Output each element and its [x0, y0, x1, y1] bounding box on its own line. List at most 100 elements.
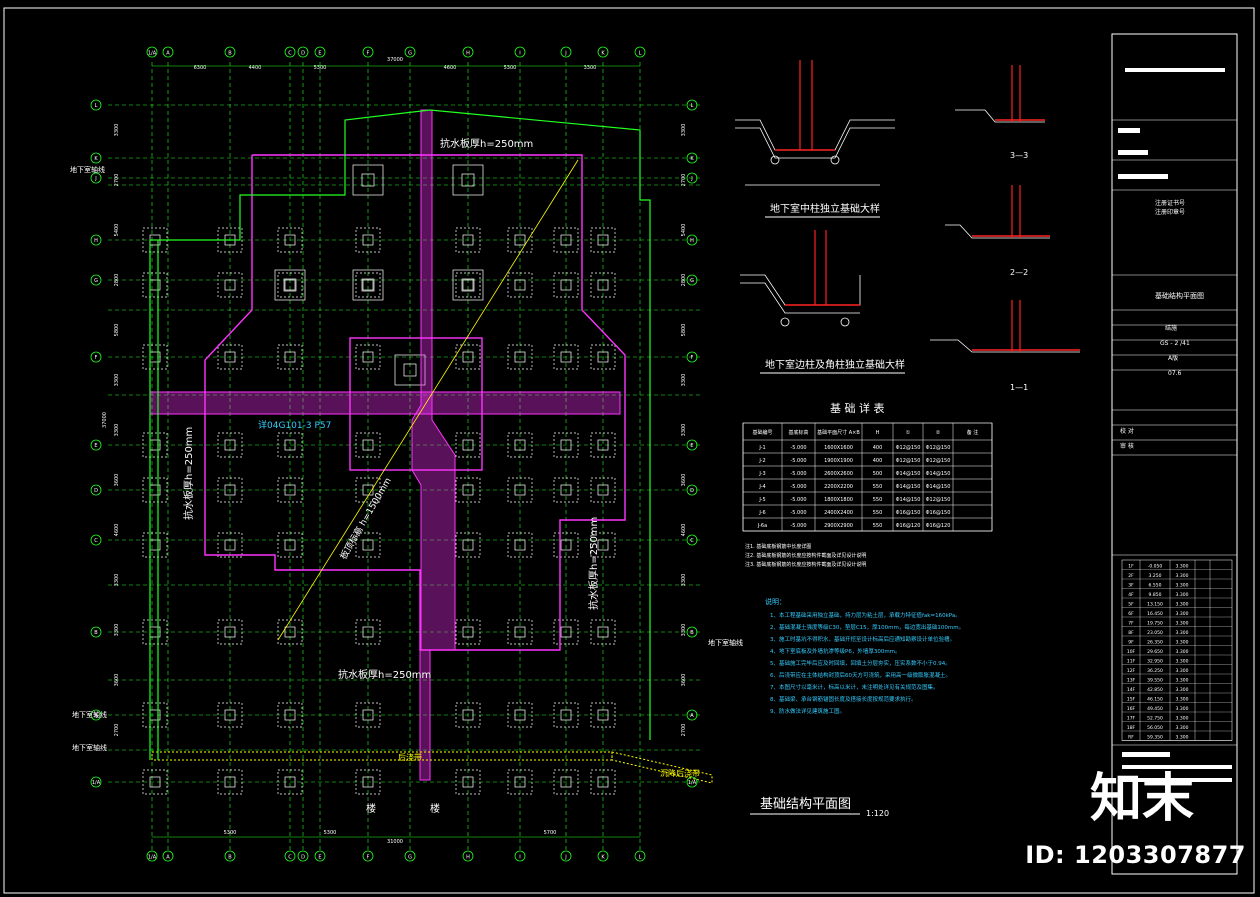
table-cell: Φ16@150 — [896, 510, 921, 516]
watermark-id: ID: 1203307877 — [1025, 841, 1246, 869]
floor-elevation: 29.650 — [1147, 649, 1163, 655]
floor-height: 3.300 — [1176, 735, 1189, 741]
detail-drawing-2 — [740, 230, 861, 327]
title-block-bar — [1118, 150, 1148, 155]
floor-height: 3.300 — [1176, 583, 1189, 589]
sheet-title: 基础结构平面图 — [760, 797, 851, 812]
axis-label: B — [228, 855, 232, 861]
diagonal-note: 板顶标高 h=1500mm — [337, 475, 394, 561]
axis-label: C — [94, 538, 98, 544]
left-dimension: 5800 — [114, 324, 120, 337]
section-label: 3—3 — [1010, 151, 1028, 160]
design-notes: 说明： 1、本工程基础采用独立基础，持力层为粘土层，承载力特征值fak=160kP… — [765, 597, 964, 715]
floor-name: 16F — [1127, 706, 1136, 712]
left-dimension: 3300 — [114, 424, 120, 437]
floor-name: 17F — [1127, 716, 1136, 722]
design-note-line: 4、地下室底板及外墙抗渗等级P6，外墙厚300mm。 — [770, 647, 901, 655]
table-note: 注3. 基础底板钢筋的长度应按构件截面及详见设计说明 — [745, 561, 866, 568]
title-block-discipline: 结施 — [1165, 324, 1177, 332]
footing — [142, 532, 168, 558]
table-cell: J-5 — [758, 497, 765, 503]
floor-height: 3.300 — [1176, 573, 1189, 579]
right-dimension: 5800 — [681, 324, 687, 337]
table-cell: Φ16@120 — [926, 523, 951, 529]
left-dimension: 5400 — [114, 224, 120, 237]
title-block-bar — [1125, 68, 1225, 72]
floor-height: 3.300 — [1176, 602, 1189, 608]
detail-drawing-1 — [735, 60, 895, 186]
floor-height: 3.300 — [1176, 668, 1189, 674]
floor-elevation: 49.450 — [1147, 706, 1163, 712]
floor-name: 13F — [1127, 678, 1136, 684]
axis-label: 1/A — [148, 855, 157, 861]
axis-label: G — [690, 278, 694, 284]
bottom-belt — [151, 751, 713, 784]
bottom-dimensions: 5300 5300 5700 31000 — [152, 830, 640, 845]
right-dimension: 2800 — [681, 274, 687, 287]
table-cell: 2400X2400 — [824, 510, 853, 516]
table-cell: 400 — [873, 458, 883, 464]
detail-title-1: 地下室中柱独立基础大样 — [770, 202, 880, 215]
design-note-line: 2、基础混凝土强度等级C30，垫层C15，厚100mm，每边宽出基础100mm。 — [770, 623, 964, 631]
axis-grid — [108, 62, 700, 850]
slab-note-2: 抗水板厚h=250mm — [338, 668, 431, 681]
top-total-dimension: 37000 — [387, 57, 403, 63]
cert-number-1: 注册证书号 — [1155, 199, 1185, 207]
table-cell: Φ14@150 — [926, 484, 951, 490]
footing — [142, 272, 168, 298]
cut-mark-1: 楼 — [366, 802, 376, 815]
basement-label: 地下室轴线 — [708, 638, 743, 647]
axis-label: L — [639, 51, 642, 57]
axis-label: D — [301, 51, 305, 57]
floor-elevation: 46.150 — [1147, 697, 1163, 703]
floor-height: 3.300 — [1176, 564, 1189, 570]
table-cell: Φ12@150 — [926, 497, 951, 503]
floor-name: 15F — [1127, 697, 1136, 703]
axis-label: E — [318, 855, 321, 861]
axis-label: I — [519, 855, 520, 861]
table-cell: Φ12@150 — [896, 445, 921, 451]
table-cell: Φ14@150 — [896, 484, 921, 490]
table-cell: 2600X2600 — [824, 471, 853, 477]
table-cell: 2200X2200 — [824, 484, 853, 490]
floor-height: 3.300 — [1176, 716, 1189, 722]
axis-label: K — [94, 156, 98, 162]
floor-name: 12F — [1127, 668, 1136, 674]
axis-label: H — [690, 238, 694, 244]
table-cell: 550 — [873, 523, 883, 529]
axis-label: G — [408, 855, 412, 861]
table-cell: 500 — [873, 471, 883, 477]
axis-label: I — [519, 51, 520, 57]
floor-height: 3.300 — [1176, 697, 1189, 703]
table-header: H — [876, 430, 880, 436]
floor-name: 8F — [1128, 630, 1134, 636]
axis-label: B — [94, 630, 98, 636]
floor-elevation: 42.850 — [1147, 687, 1163, 693]
table-cell: Φ12@150 — [926, 445, 951, 451]
axis-label: L — [639, 855, 642, 861]
right-dimension: 3600 — [681, 474, 687, 487]
floor-elevation: 9.850 — [1149, 592, 1162, 598]
bottom-dimension: 5300 — [324, 830, 337, 836]
left-axis-labels: L LK KJ JH HG GF FE ED DC CB BA A1/A 1/A — [90, 99, 698, 788]
slab-note-3: 抗水板厚h=250mm — [182, 427, 195, 520]
floor-name: RF — [1128, 735, 1134, 741]
floor-elevation: 3.250 — [1149, 573, 1162, 579]
axis-label: A — [690, 713, 694, 719]
table-cell: 550 — [873, 497, 883, 503]
axis-label: C — [288, 51, 292, 57]
design-note-line: 3、施工时基坑不得积水，基础开挖至设计标高后应通知勘察设计单位验槽。 — [770, 635, 955, 643]
table-cell: -5.000 — [790, 445, 806, 451]
floor-elevation: 16.450 — [1147, 611, 1163, 617]
floor-height: 3.300 — [1176, 630, 1189, 636]
axis-label: E — [318, 51, 321, 57]
design-note-line: 7、本图尺寸以毫米计，标高以米计，未注明处详见有关规范及图集。 — [770, 683, 939, 691]
axis-label: J — [564, 51, 566, 57]
floor-name: 6F — [1128, 611, 1134, 617]
axis-label: J — [94, 176, 96, 182]
axis-label: K — [601, 855, 605, 861]
table-cell: 1800X1800 — [824, 497, 853, 503]
axis-label: 1/A — [688, 780, 697, 786]
right-dimension: 3300 — [681, 124, 687, 137]
floor-name: 10F — [1127, 649, 1136, 655]
